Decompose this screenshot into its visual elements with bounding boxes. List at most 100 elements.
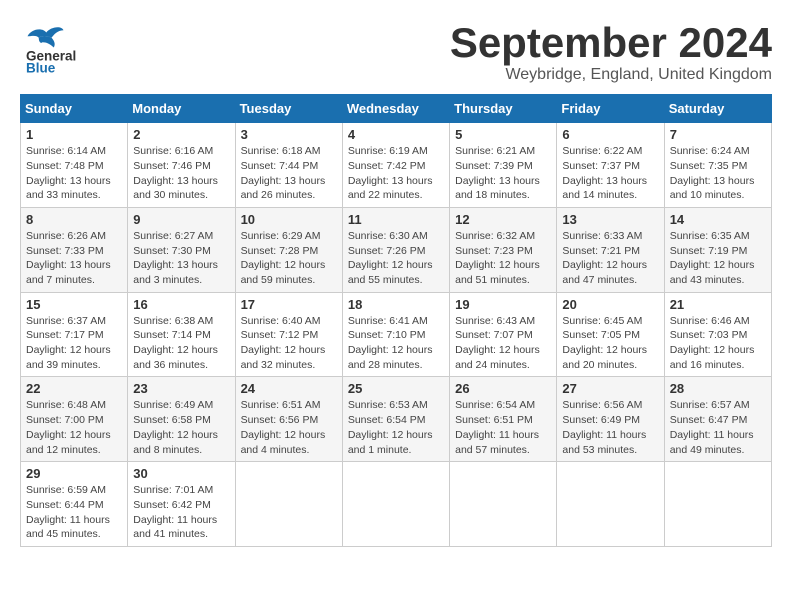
day-number: 9 xyxy=(133,212,229,227)
calendar-cell: 10 Sunrise: 6:29 AM Sunset: 7:28 PM Dayl… xyxy=(235,207,342,292)
day-info: Sunrise: 6:51 AM Sunset: 6:56 PM Dayligh… xyxy=(241,398,337,457)
calendar-cell xyxy=(664,462,771,547)
day-number: 24 xyxy=(241,381,337,396)
day-number: 18 xyxy=(348,297,444,312)
calendar-week-2: 8 Sunrise: 6:26 AM Sunset: 7:33 PM Dayli… xyxy=(21,207,772,292)
day-number: 20 xyxy=(562,297,658,312)
day-number: 21 xyxy=(670,297,766,312)
day-number: 17 xyxy=(241,297,337,312)
day-info: Sunrise: 6:38 AM Sunset: 7:14 PM Dayligh… xyxy=(133,314,229,373)
calendar-header-tuesday: Tuesday xyxy=(235,95,342,123)
calendar-week-5: 29 Sunrise: 6:59 AM Sunset: 6:44 PM Dayl… xyxy=(21,462,772,547)
calendar-week-4: 22 Sunrise: 6:48 AM Sunset: 7:00 PM Dayl… xyxy=(21,377,772,462)
day-number: 26 xyxy=(455,381,551,396)
svg-text:Blue: Blue xyxy=(26,60,56,75)
day-info: Sunrise: 6:24 AM Sunset: 7:35 PM Dayligh… xyxy=(670,144,766,203)
calendar-cell: 29 Sunrise: 6:59 AM Sunset: 6:44 PM Dayl… xyxy=(21,462,128,547)
day-number: 5 xyxy=(455,127,551,142)
day-info: Sunrise: 6:43 AM Sunset: 7:07 PM Dayligh… xyxy=(455,314,551,373)
calendar-cell xyxy=(450,462,557,547)
day-number: 6 xyxy=(562,127,658,142)
calendar-cell: 28 Sunrise: 6:57 AM Sunset: 6:47 PM Dayl… xyxy=(664,377,771,462)
calendar-cell: 12 Sunrise: 6:32 AM Sunset: 7:23 PM Dayl… xyxy=(450,207,557,292)
calendar-cell: 4 Sunrise: 6:19 AM Sunset: 7:42 PM Dayli… xyxy=(342,123,449,208)
day-number: 28 xyxy=(670,381,766,396)
day-info: Sunrise: 6:33 AM Sunset: 7:21 PM Dayligh… xyxy=(562,229,658,288)
day-info: Sunrise: 6:19 AM Sunset: 7:42 PM Dayligh… xyxy=(348,144,444,203)
day-info: Sunrise: 6:30 AM Sunset: 7:26 PM Dayligh… xyxy=(348,229,444,288)
day-info: Sunrise: 6:22 AM Sunset: 7:37 PM Dayligh… xyxy=(562,144,658,203)
day-number: 14 xyxy=(670,212,766,227)
day-number: 19 xyxy=(455,297,551,312)
day-number: 7 xyxy=(670,127,766,142)
calendar-header-thursday: Thursday xyxy=(450,95,557,123)
day-number: 12 xyxy=(455,212,551,227)
calendar-week-3: 15 Sunrise: 6:37 AM Sunset: 7:17 PM Dayl… xyxy=(21,292,772,377)
calendar-cell: 23 Sunrise: 6:49 AM Sunset: 6:58 PM Dayl… xyxy=(128,377,235,462)
day-info: Sunrise: 7:01 AM Sunset: 6:42 PM Dayligh… xyxy=(133,483,229,542)
day-number: 15 xyxy=(26,297,122,312)
day-number: 22 xyxy=(26,381,122,396)
calendar-header-sunday: Sunday xyxy=(21,95,128,123)
calendar-cell: 13 Sunrise: 6:33 AM Sunset: 7:21 PM Dayl… xyxy=(557,207,664,292)
month-title: September 2024 xyxy=(450,20,772,66)
calendar-header-row: SundayMondayTuesdayWednesdayThursdayFrid… xyxy=(21,95,772,123)
day-info: Sunrise: 6:37 AM Sunset: 7:17 PM Dayligh… xyxy=(26,314,122,373)
calendar-cell: 5 Sunrise: 6:21 AM Sunset: 7:39 PM Dayli… xyxy=(450,123,557,208)
calendar-table: SundayMondayTuesdayWednesdayThursdayFrid… xyxy=(20,94,772,547)
calendar-header-saturday: Saturday xyxy=(664,95,771,123)
calendar-cell: 8 Sunrise: 6:26 AM Sunset: 7:33 PM Dayli… xyxy=(21,207,128,292)
calendar-cell: 7 Sunrise: 6:24 AM Sunset: 7:35 PM Dayli… xyxy=(664,123,771,208)
day-info: Sunrise: 6:49 AM Sunset: 6:58 PM Dayligh… xyxy=(133,398,229,457)
day-number: 25 xyxy=(348,381,444,396)
calendar-header-monday: Monday xyxy=(128,95,235,123)
calendar-cell: 17 Sunrise: 6:40 AM Sunset: 7:12 PM Dayl… xyxy=(235,292,342,377)
day-info: Sunrise: 6:46 AM Sunset: 7:03 PM Dayligh… xyxy=(670,314,766,373)
location: Weybridge, England, United Kingdom xyxy=(450,66,772,84)
calendar-cell xyxy=(342,462,449,547)
day-number: 11 xyxy=(348,212,444,227)
calendar-cell: 25 Sunrise: 6:53 AM Sunset: 6:54 PM Dayl… xyxy=(342,377,449,462)
logo: General Blue xyxy=(20,20,110,75)
day-number: 4 xyxy=(348,127,444,142)
day-info: Sunrise: 6:45 AM Sunset: 7:05 PM Dayligh… xyxy=(562,314,658,373)
day-info: Sunrise: 6:40 AM Sunset: 7:12 PM Dayligh… xyxy=(241,314,337,373)
calendar-cell xyxy=(557,462,664,547)
day-number: 2 xyxy=(133,127,229,142)
calendar-cell: 16 Sunrise: 6:38 AM Sunset: 7:14 PM Dayl… xyxy=(128,292,235,377)
day-info: Sunrise: 6:27 AM Sunset: 7:30 PM Dayligh… xyxy=(133,229,229,288)
calendar-cell: 22 Sunrise: 6:48 AM Sunset: 7:00 PM Dayl… xyxy=(21,377,128,462)
calendar-cell: 30 Sunrise: 7:01 AM Sunset: 6:42 PM Dayl… xyxy=(128,462,235,547)
day-number: 10 xyxy=(241,212,337,227)
day-number: 1 xyxy=(26,127,122,142)
calendar-cell: 27 Sunrise: 6:56 AM Sunset: 6:49 PM Dayl… xyxy=(557,377,664,462)
day-info: Sunrise: 6:54 AM Sunset: 6:51 PM Dayligh… xyxy=(455,398,551,457)
day-info: Sunrise: 6:41 AM Sunset: 7:10 PM Dayligh… xyxy=(348,314,444,373)
day-info: Sunrise: 6:56 AM Sunset: 6:49 PM Dayligh… xyxy=(562,398,658,457)
calendar-cell: 1 Sunrise: 6:14 AM Sunset: 7:48 PM Dayli… xyxy=(21,123,128,208)
day-number: 13 xyxy=(562,212,658,227)
day-info: Sunrise: 6:26 AM Sunset: 7:33 PM Dayligh… xyxy=(26,229,122,288)
calendar-cell: 14 Sunrise: 6:35 AM Sunset: 7:19 PM Dayl… xyxy=(664,207,771,292)
calendar-cell xyxy=(235,462,342,547)
calendar-cell: 26 Sunrise: 6:54 AM Sunset: 6:51 PM Dayl… xyxy=(450,377,557,462)
calendar-cell: 11 Sunrise: 6:30 AM Sunset: 7:26 PM Dayl… xyxy=(342,207,449,292)
day-number: 16 xyxy=(133,297,229,312)
page-header: General Blue September 2024 Weybridge, E… xyxy=(20,20,772,84)
calendar-header-wednesday: Wednesday xyxy=(342,95,449,123)
day-info: Sunrise: 6:57 AM Sunset: 6:47 PM Dayligh… xyxy=(670,398,766,457)
day-number: 8 xyxy=(26,212,122,227)
day-info: Sunrise: 6:18 AM Sunset: 7:44 PM Dayligh… xyxy=(241,144,337,203)
calendar-cell: 15 Sunrise: 6:37 AM Sunset: 7:17 PM Dayl… xyxy=(21,292,128,377)
day-info: Sunrise: 6:29 AM Sunset: 7:28 PM Dayligh… xyxy=(241,229,337,288)
day-info: Sunrise: 6:21 AM Sunset: 7:39 PM Dayligh… xyxy=(455,144,551,203)
calendar-cell: 18 Sunrise: 6:41 AM Sunset: 7:10 PM Dayl… xyxy=(342,292,449,377)
day-info: Sunrise: 6:32 AM Sunset: 7:23 PM Dayligh… xyxy=(455,229,551,288)
calendar-cell: 19 Sunrise: 6:43 AM Sunset: 7:07 PM Dayl… xyxy=(450,292,557,377)
day-info: Sunrise: 6:59 AM Sunset: 6:44 PM Dayligh… xyxy=(26,483,122,542)
day-number: 30 xyxy=(133,466,229,481)
calendar-week-1: 1 Sunrise: 6:14 AM Sunset: 7:48 PM Dayli… xyxy=(21,123,772,208)
day-info: Sunrise: 6:35 AM Sunset: 7:19 PM Dayligh… xyxy=(670,229,766,288)
calendar-cell: 20 Sunrise: 6:45 AM Sunset: 7:05 PM Dayl… xyxy=(557,292,664,377)
calendar-header-friday: Friday xyxy=(557,95,664,123)
